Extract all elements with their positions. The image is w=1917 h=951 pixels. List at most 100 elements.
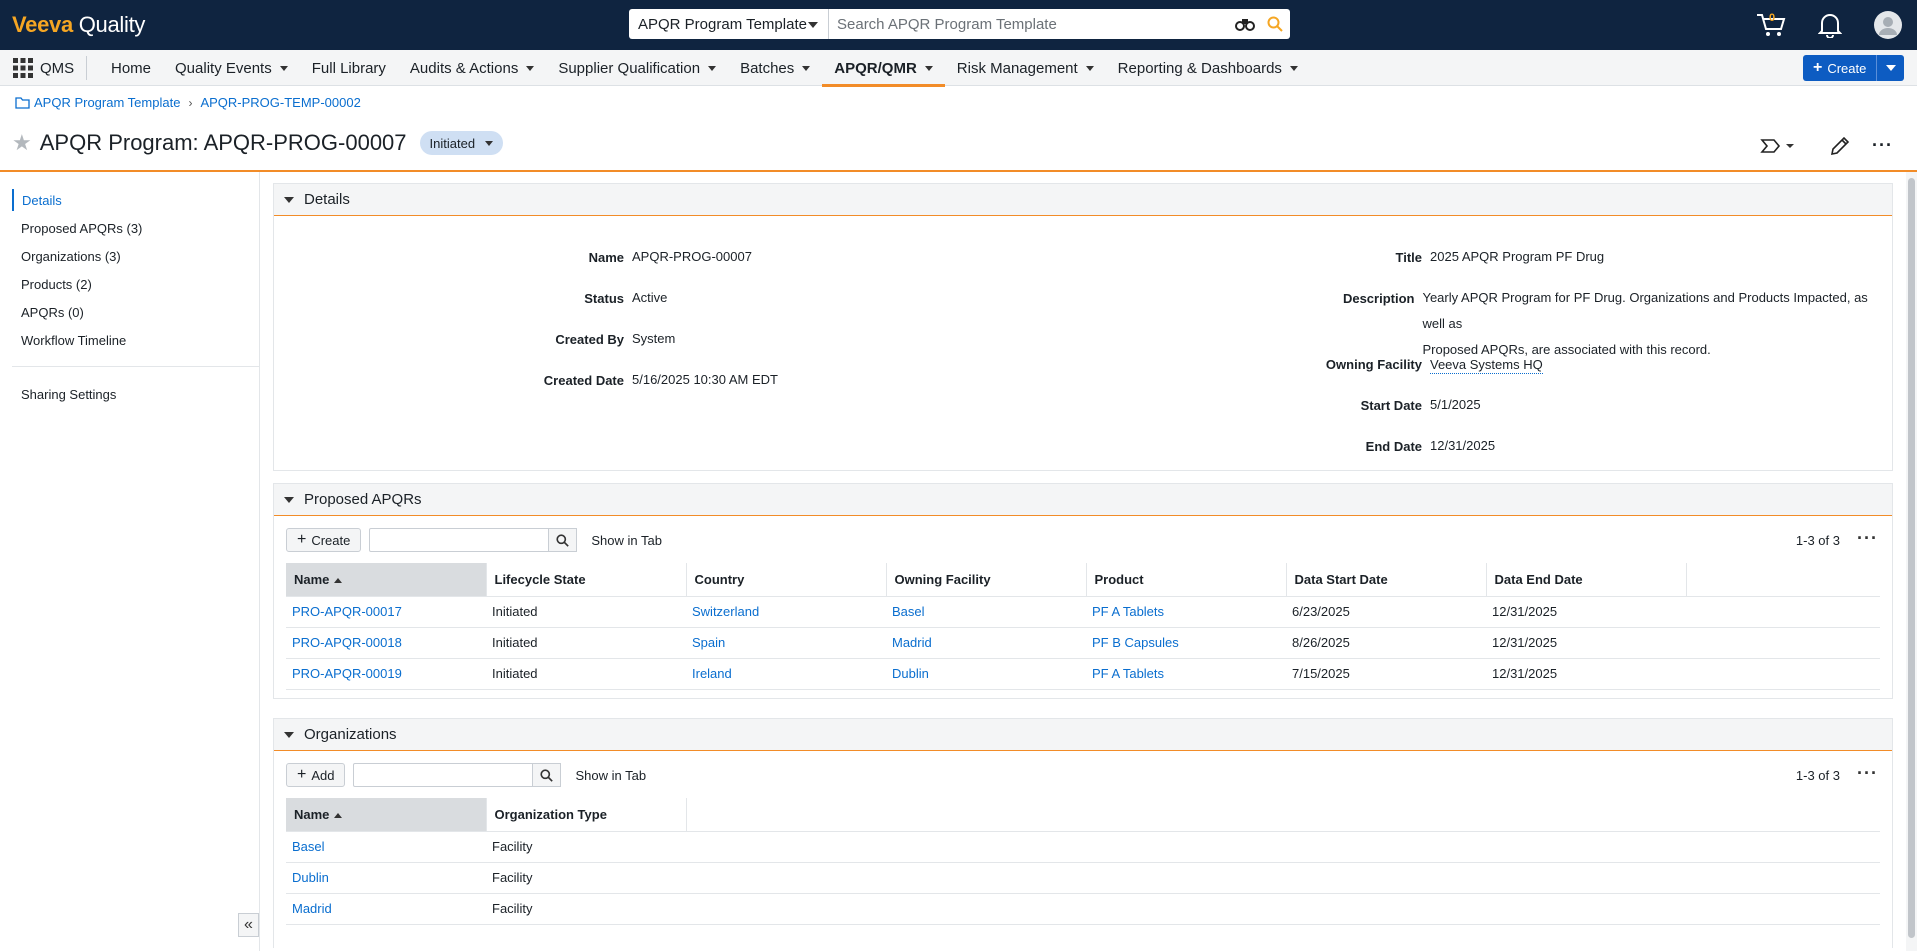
column-header-organization-type[interactable]: Organization Type: [486, 798, 687, 832]
nav-quality-events[interactable]: Quality Events: [163, 50, 300, 86]
folder-icon: [15, 96, 30, 109]
facility-link[interactable]: Dublin: [892, 666, 929, 681]
nav-full-library[interactable]: Full Library: [300, 50, 398, 86]
nav-home[interactable]: Home: [99, 50, 163, 86]
lifecycle-state-cell: Initiated: [486, 627, 686, 659]
details-section-header[interactable]: Details: [274, 184, 1892, 216]
page-title: APQR Program: APQR-PROG-00007: [39, 130, 407, 155]
owning-facility-link[interactable]: Veeva Systems HQ: [1430, 357, 1543, 374]
organization-link[interactable]: Dublin: [292, 870, 329, 885]
app-name[interactable]: QMS: [40, 60, 74, 77]
sidebar-item-sharing-settings[interactable]: Sharing Settings: [12, 383, 116, 405]
proposed-apqr-link[interactable]: PRO-APQR-00017: [292, 604, 402, 619]
more-actions-icon[interactable]: ···: [1872, 135, 1893, 159]
sidebar-item-workflow-timeline[interactable]: Workflow Timeline: [12, 329, 126, 351]
create-menu-button[interactable]: [1876, 55, 1905, 81]
field-created-by: Created By System: [555, 331, 676, 347]
proposed-apqr-link[interactable]: PRO-APQR-00018: [292, 635, 402, 650]
nav-apqr-qmr[interactable]: APQR/QMR: [822, 50, 945, 87]
main-nav: QMS Home Quality Events Full Library Aud…: [0, 50, 1917, 87]
breadcrumb-parent-link[interactable]: APQR Program Template: [34, 95, 180, 110]
avatar[interactable]: [1873, 9, 1903, 41]
collapse-sidebar-button[interactable]: «: [238, 913, 259, 937]
column-header-data-start-date[interactable]: Data Start Date: [1286, 563, 1487, 597]
description-line-1: Yearly APQR Program for PF Drug. Organiz…: [1422, 290, 1868, 331]
favorite-star-icon[interactable]: ★: [12, 130, 32, 156]
add-organization-button[interactable]: + Add: [286, 763, 346, 787]
nav-reporting-dashboards[interactable]: Reporting & Dashboards: [1106, 50, 1310, 86]
table-row: PRO-APQR-00018 Initiated Spain Madrid PF…: [286, 627, 1880, 659]
breadcrumb-current-link[interactable]: APQR-PROG-TEMP-00002: [200, 95, 360, 110]
nav-risk-management[interactable]: Risk Management: [945, 50, 1106, 86]
show-in-tab-link[interactable]: Show in Tab: [591, 533, 662, 548]
organization-link[interactable]: Basel: [292, 839, 325, 854]
nav-batches[interactable]: Batches: [728, 50, 822, 86]
column-header-name[interactable]: Name: [286, 798, 487, 832]
sidebar-item-details[interactable]: Details: [12, 189, 62, 211]
sort-ascending-icon: [334, 812, 343, 818]
more-actions-icon[interactable]: ···: [1857, 763, 1878, 784]
sidebar-item-products[interactable]: Products (2): [12, 273, 92, 295]
organization-link[interactable]: Madrid: [292, 901, 332, 916]
plus-icon: +: [297, 531, 307, 548]
logo-brand: Veeva: [12, 12, 73, 37]
proposed-apqrs-table: Name Lifecycle State Country Owning Faci…: [286, 563, 1880, 690]
column-header-owning-facility[interactable]: Owning Facility: [886, 563, 1087, 597]
description-line-2: Proposed APQRs, are associated with this…: [1422, 342, 1711, 357]
search-icon[interactable]: [533, 763, 562, 787]
field-title: Title 2025 APQR Program PF Drug: [1395, 249, 1605, 265]
proposed-apqrs-search-input[interactable]: [369, 528, 550, 552]
caret-down-icon: [1885, 65, 1896, 71]
search-icon[interactable]: [549, 528, 578, 552]
column-header-data-end-date[interactable]: Data End Date: [1486, 563, 1687, 597]
search-scope-select[interactable]: APQR Program Template: [629, 9, 829, 39]
proposed-apqrs-section-header[interactable]: Proposed APQRs: [274, 484, 1892, 516]
country-link[interactable]: Spain: [692, 635, 725, 650]
page-scrollbar[interactable]: [1906, 172, 1917, 951]
lifecycle-state-cell: Initiated: [486, 596, 686, 628]
facility-link[interactable]: Madrid: [892, 635, 932, 650]
column-header-country[interactable]: Country: [686, 563, 887, 597]
field-description: Description Yearly APQR Program for PF D…: [1342, 290, 1868, 357]
sidebar-divider: [12, 366, 259, 367]
sidebar-item-proposed-apqrs[interactable]: Proposed APQRs (3): [12, 217, 142, 239]
sidebar-item-apqrs[interactable]: APQRs (0): [12, 301, 84, 323]
caret-down-icon: [1085, 65, 1094, 71]
create-button[interactable]: + Create: [1803, 55, 1877, 81]
search-scope-label: APQR Program Template: [638, 15, 807, 33]
column-header-name[interactable]: Name: [286, 563, 487, 597]
plus-icon: +: [297, 766, 307, 783]
organizations-search-input[interactable]: [353, 763, 534, 787]
nav-audits-actions[interactable]: Audits & Actions: [398, 50, 546, 86]
country-link[interactable]: Ireland: [692, 666, 732, 681]
product-link[interactable]: PF A Tablets: [1092, 666, 1164, 681]
binoculars-icon[interactable]: [1230, 9, 1260, 39]
field-start-date: Start Date 5/1/2025: [1360, 397, 1481, 413]
show-in-tab-link[interactable]: Show in Tab: [575, 768, 646, 783]
app-launcher-icon[interactable]: [13, 58, 33, 78]
edit-pencil-icon[interactable]: [1829, 135, 1851, 159]
column-header-lifecycle-state[interactable]: Lifecycle State: [486, 563, 687, 597]
bell-icon[interactable]: [1818, 9, 1842, 41]
country-link[interactable]: Switzerland: [692, 604, 759, 619]
proposed-apqr-link[interactable]: PRO-APQR-00019: [292, 666, 402, 681]
column-header-product[interactable]: Product: [1086, 563, 1287, 597]
workflow-actions-icon[interactable]: [1760, 135, 1796, 159]
status-badge[interactable]: Initiated: [419, 131, 504, 155]
chevron-right-icon: ›: [188, 95, 193, 110]
search-icon[interactable]: [1260, 9, 1290, 39]
plus-icon: +: [1813, 59, 1823, 76]
facility-link[interactable]: Basel: [892, 604, 925, 619]
create-proposed-apqr-button[interactable]: + Create: [286, 528, 362, 552]
search-input[interactable]: [829, 10, 1230, 38]
sidebar-item-organizations[interactable]: Organizations (3): [12, 245, 121, 267]
field-status: Status Active: [584, 290, 668, 306]
scrollbar-thumb[interactable]: [1908, 178, 1915, 938]
product-link[interactable]: PF A Tablets: [1092, 604, 1164, 619]
product-link[interactable]: PF B Capsules: [1092, 635, 1179, 650]
organizations-section-header[interactable]: Organizations: [274, 719, 1892, 751]
more-actions-icon[interactable]: ···: [1857, 528, 1878, 549]
veeva-logo[interactable]: Veeva Quality: [12, 12, 145, 38]
pagination-count: 1-3 of 3: [1795, 768, 1840, 783]
nav-supplier-qualification[interactable]: Supplier Qualification: [546, 50, 728, 86]
